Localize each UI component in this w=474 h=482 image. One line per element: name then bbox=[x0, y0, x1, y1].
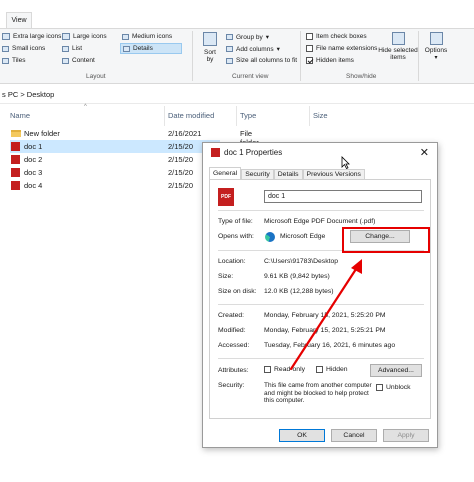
annotation-arrow-icon bbox=[289, 259, 362, 371]
